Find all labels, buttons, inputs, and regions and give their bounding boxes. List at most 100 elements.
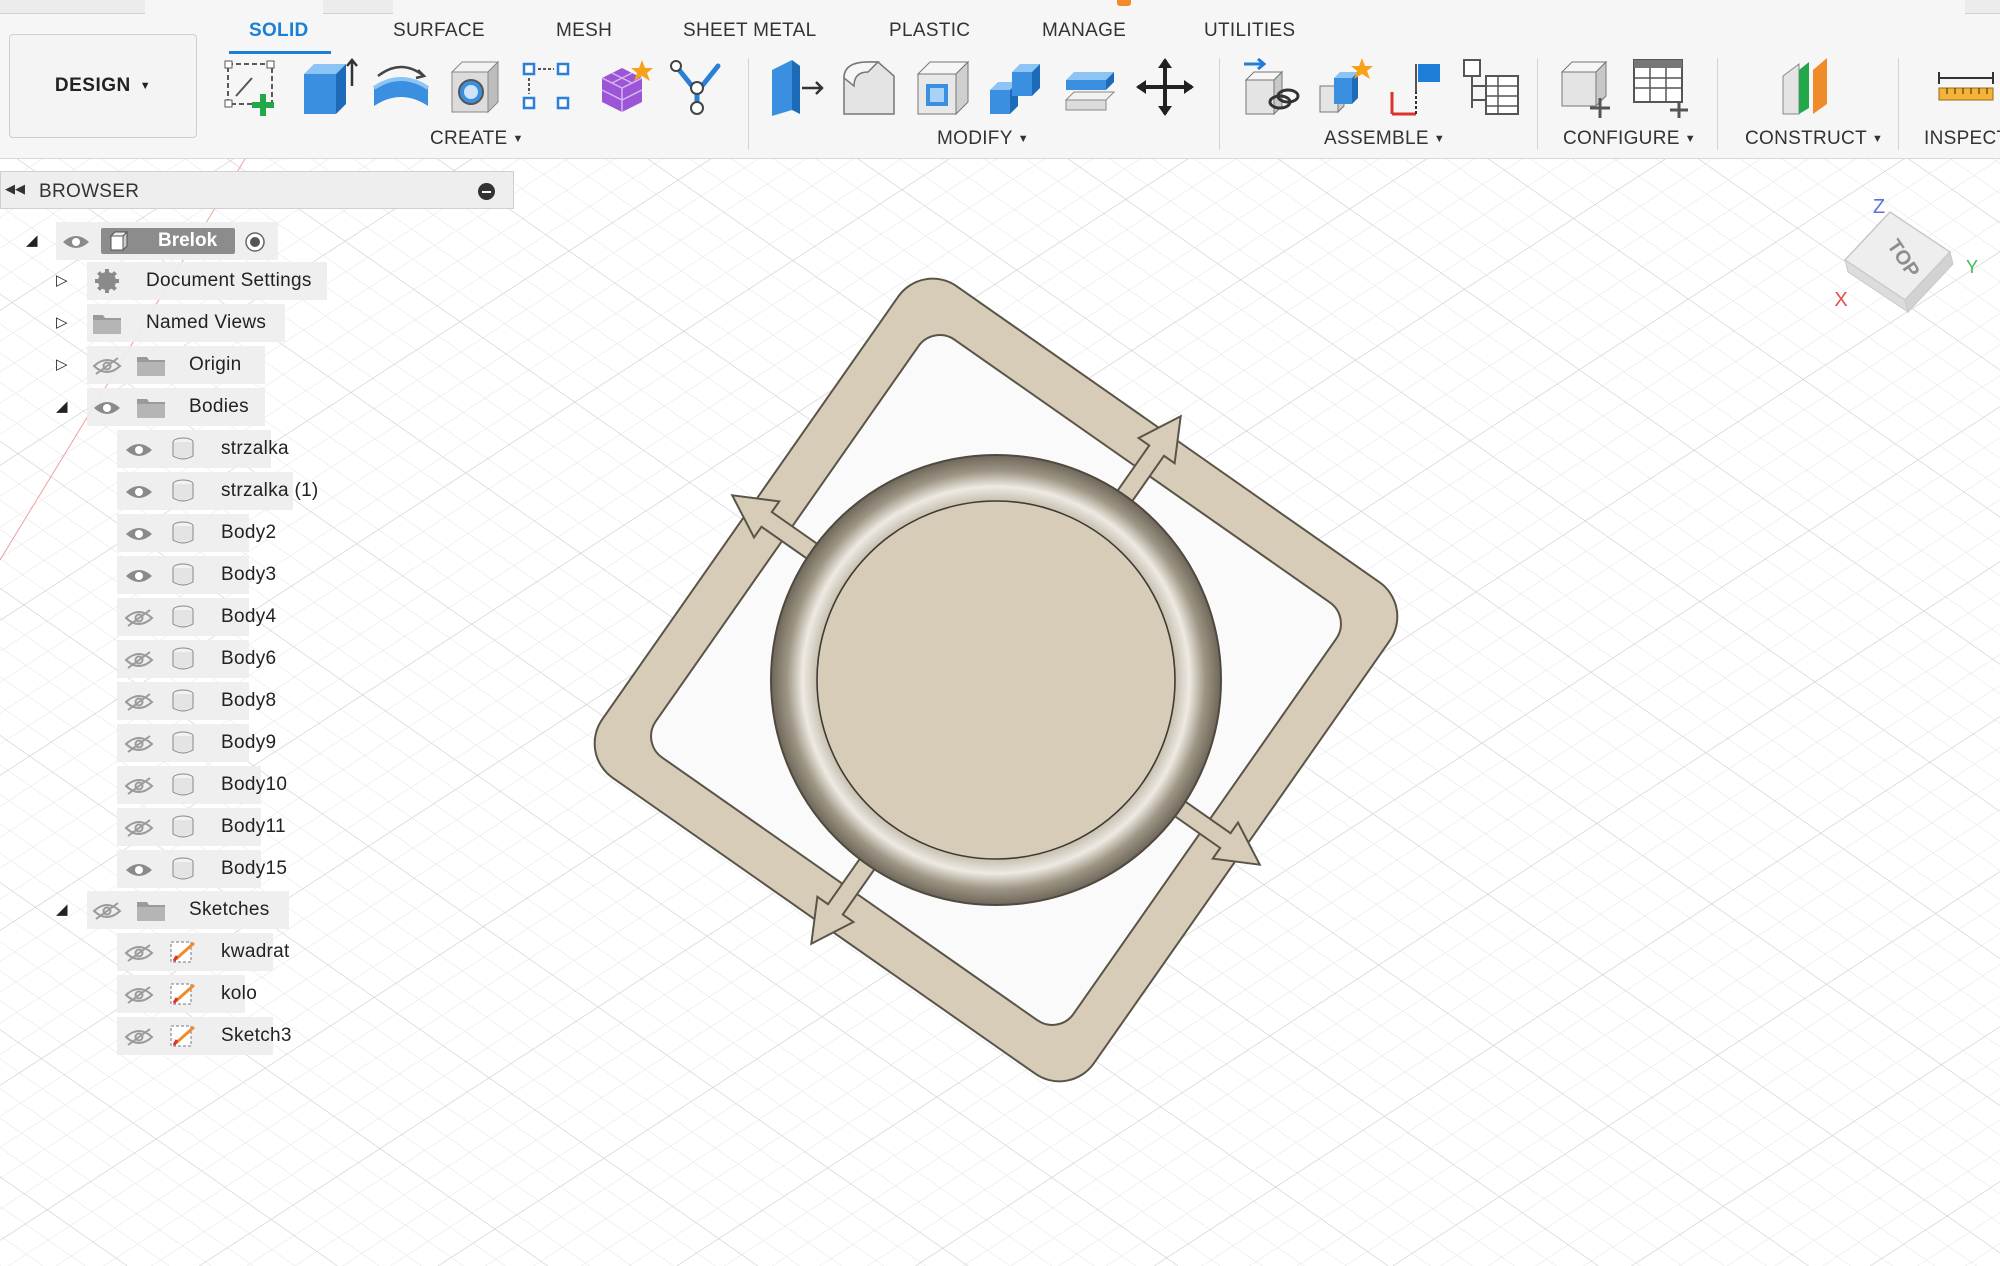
body-icon	[172, 563, 194, 586]
browser-item-bodies[interactable]: ◢ Bodies	[0, 388, 340, 426]
browser-item-body[interactable]: Body9	[0, 724, 340, 762]
eye-hidden-icon[interactable]	[92, 357, 122, 375]
tab-sheet-metal[interactable]: SHEET METAL	[683, 20, 817, 42]
strip-button-left[interactable]	[0, 0, 145, 14]
offset-plane-icon[interactable]	[1779, 56, 1841, 118]
eye-hidden-icon[interactable]	[124, 777, 154, 795]
tab-surface[interactable]: SURFACE	[393, 20, 485, 42]
body-icon	[172, 605, 194, 628]
root-component-label: Brelok	[158, 230, 218, 251]
browser-item-body[interactable]: strzalka	[0, 430, 340, 468]
browser-item-sketch[interactable]: Sketch3	[0, 1017, 340, 1055]
derive-icon[interactable]	[666, 56, 728, 118]
collapse-panel-icon[interactable]: ◀◀	[5, 181, 25, 197]
browser-panel-header[interactable]: ◀◀ BROWSER	[0, 171, 514, 209]
minimize-icon[interactable]	[478, 183, 495, 200]
create-sketch-icon[interactable]	[222, 56, 284, 118]
as-built-joint-icon[interactable]	[1460, 56, 1522, 118]
browser-item-origin[interactable]: ▷ Origin	[0, 346, 340, 384]
eye-hidden-icon[interactable]	[124, 944, 154, 962]
caret-down-icon: ▼	[1017, 133, 1029, 145]
new-component-icon[interactable]	[1238, 56, 1300, 118]
browser-item-sketches[interactable]: ◢ Sketches	[0, 891, 340, 929]
assemble-group-label[interactable]: ASSEMBLE ▼	[1324, 128, 1445, 150]
strip-button-right[interactable]	[1965, 0, 2000, 14]
eye-icon[interactable]	[124, 861, 154, 879]
configuration-table-icon[interactable]	[1630, 56, 1692, 118]
hole-icon[interactable]	[444, 56, 506, 118]
eye-icon[interactable]	[124, 441, 154, 459]
eye-icon[interactable]	[92, 399, 122, 417]
change-parameters-icon[interactable]	[1556, 56, 1618, 118]
configure-group-label[interactable]: CONFIGURE ▼	[1563, 128, 1696, 150]
eye-hidden-icon[interactable]	[124, 819, 154, 837]
pattern-icon[interactable]	[518, 56, 580, 118]
strip-button-grid[interactable]	[323, 0, 393, 14]
round-face-body[interactable]	[816, 500, 1176, 860]
browser-item-named-views[interactable]: ▷ Named Views	[0, 304, 340, 342]
create-group-label[interactable]: CREATE ▼	[430, 128, 524, 150]
eye-hidden-icon[interactable]	[124, 986, 154, 1004]
browser-item-body[interactable]: Body10	[0, 766, 340, 804]
form-icon[interactable]	[592, 56, 654, 118]
browser-item-body[interactable]: Body6	[0, 640, 340, 678]
browser-title: BROWSER	[39, 181, 140, 202]
browser-item-label: strzalka	[221, 438, 289, 459]
tab-manage[interactable]: MANAGE	[1042, 20, 1126, 42]
tab-mesh[interactable]: MESH	[556, 20, 612, 42]
extrude-icon[interactable]	[296, 56, 358, 118]
fillet-icon[interactable]	[838, 56, 900, 118]
eye-icon[interactable]	[61, 233, 91, 251]
shell-icon[interactable]	[912, 56, 974, 118]
browser-item-sketch[interactable]: kwadrat	[0, 933, 340, 971]
group-divider	[1219, 58, 1220, 150]
browser-item-document-settings[interactable]: ▷ Document Settings	[0, 262, 340, 300]
offset-face-icon[interactable]	[1060, 56, 1122, 118]
collapsed-triangle-icon[interactable]: ▷	[56, 272, 68, 290]
sketch-icon	[170, 983, 195, 1005]
collapsed-triangle-icon[interactable]: ▷	[56, 356, 68, 374]
tab-utilities[interactable]: UTILITIES	[1204, 20, 1295, 42]
eye-hidden-icon[interactable]	[124, 693, 154, 711]
browser-item-body[interactable]: strzalka (1)	[0, 472, 340, 510]
expanded-triangle-icon[interactable]: ◢	[56, 901, 68, 919]
tab-solid[interactable]: SOLID	[249, 20, 309, 42]
eye-hidden-icon[interactable]	[124, 609, 154, 627]
eye-hidden-icon[interactable]	[124, 735, 154, 753]
revolve-icon[interactable]	[370, 56, 432, 118]
browser-item-label: Sketches	[189, 899, 270, 920]
eye-hidden-icon[interactable]	[124, 1028, 154, 1046]
eye-hidden-icon[interactable]	[92, 902, 122, 920]
browser-root-row[interactable]: ◢ Brelok	[0, 222, 290, 260]
browser-item-body[interactable]: Body15	[0, 850, 340, 888]
measure-icon[interactable]	[1935, 56, 1997, 118]
inspect-group-label[interactable]: INSPECT	[1924, 128, 2000, 150]
browser-item-body[interactable]: Body4	[0, 598, 340, 636]
press-pull-icon[interactable]	[764, 56, 826, 118]
browser-item-sketch[interactable]: kolo	[0, 975, 340, 1013]
viewcube-z-axis-label: Z	[1873, 196, 1885, 218]
browser-item-body[interactable]: Body8	[0, 682, 340, 720]
combine-icon[interactable]	[986, 56, 1048, 118]
eye-icon[interactable]	[124, 567, 154, 585]
modify-group-label[interactable]: MODIFY ▼	[937, 128, 1029, 150]
move-icon[interactable]	[1134, 56, 1196, 118]
browser-item-label: Body6	[221, 648, 277, 669]
construct-group-label[interactable]: CONSTRUCT ▼	[1745, 128, 1883, 150]
joint-icon[interactable]	[1312, 56, 1374, 118]
body-icon	[172, 521, 194, 544]
design-workspace-button[interactable]: DESIGN ▼	[9, 34, 197, 138]
browser-item-body[interactable]: Body11	[0, 808, 340, 846]
viewcube[interactable]: TOP Z Y X	[1810, 190, 1985, 340]
joint-origin-icon[interactable]	[1386, 56, 1448, 118]
eye-hidden-icon[interactable]	[124, 651, 154, 669]
browser-item-body[interactable]: Body3	[0, 556, 340, 594]
eye-icon[interactable]	[124, 525, 154, 543]
browser-item-body[interactable]: Body2	[0, 514, 340, 552]
activate-radio-icon[interactable]	[244, 231, 266, 253]
collapsed-triangle-icon[interactable]: ▷	[56, 314, 68, 332]
expanded-triangle-icon[interactable]: ◢	[26, 232, 38, 250]
eye-icon[interactable]	[124, 483, 154, 501]
tab-plastic[interactable]: PLASTIC	[889, 20, 970, 42]
expanded-triangle-icon[interactable]: ◢	[56, 398, 68, 416]
